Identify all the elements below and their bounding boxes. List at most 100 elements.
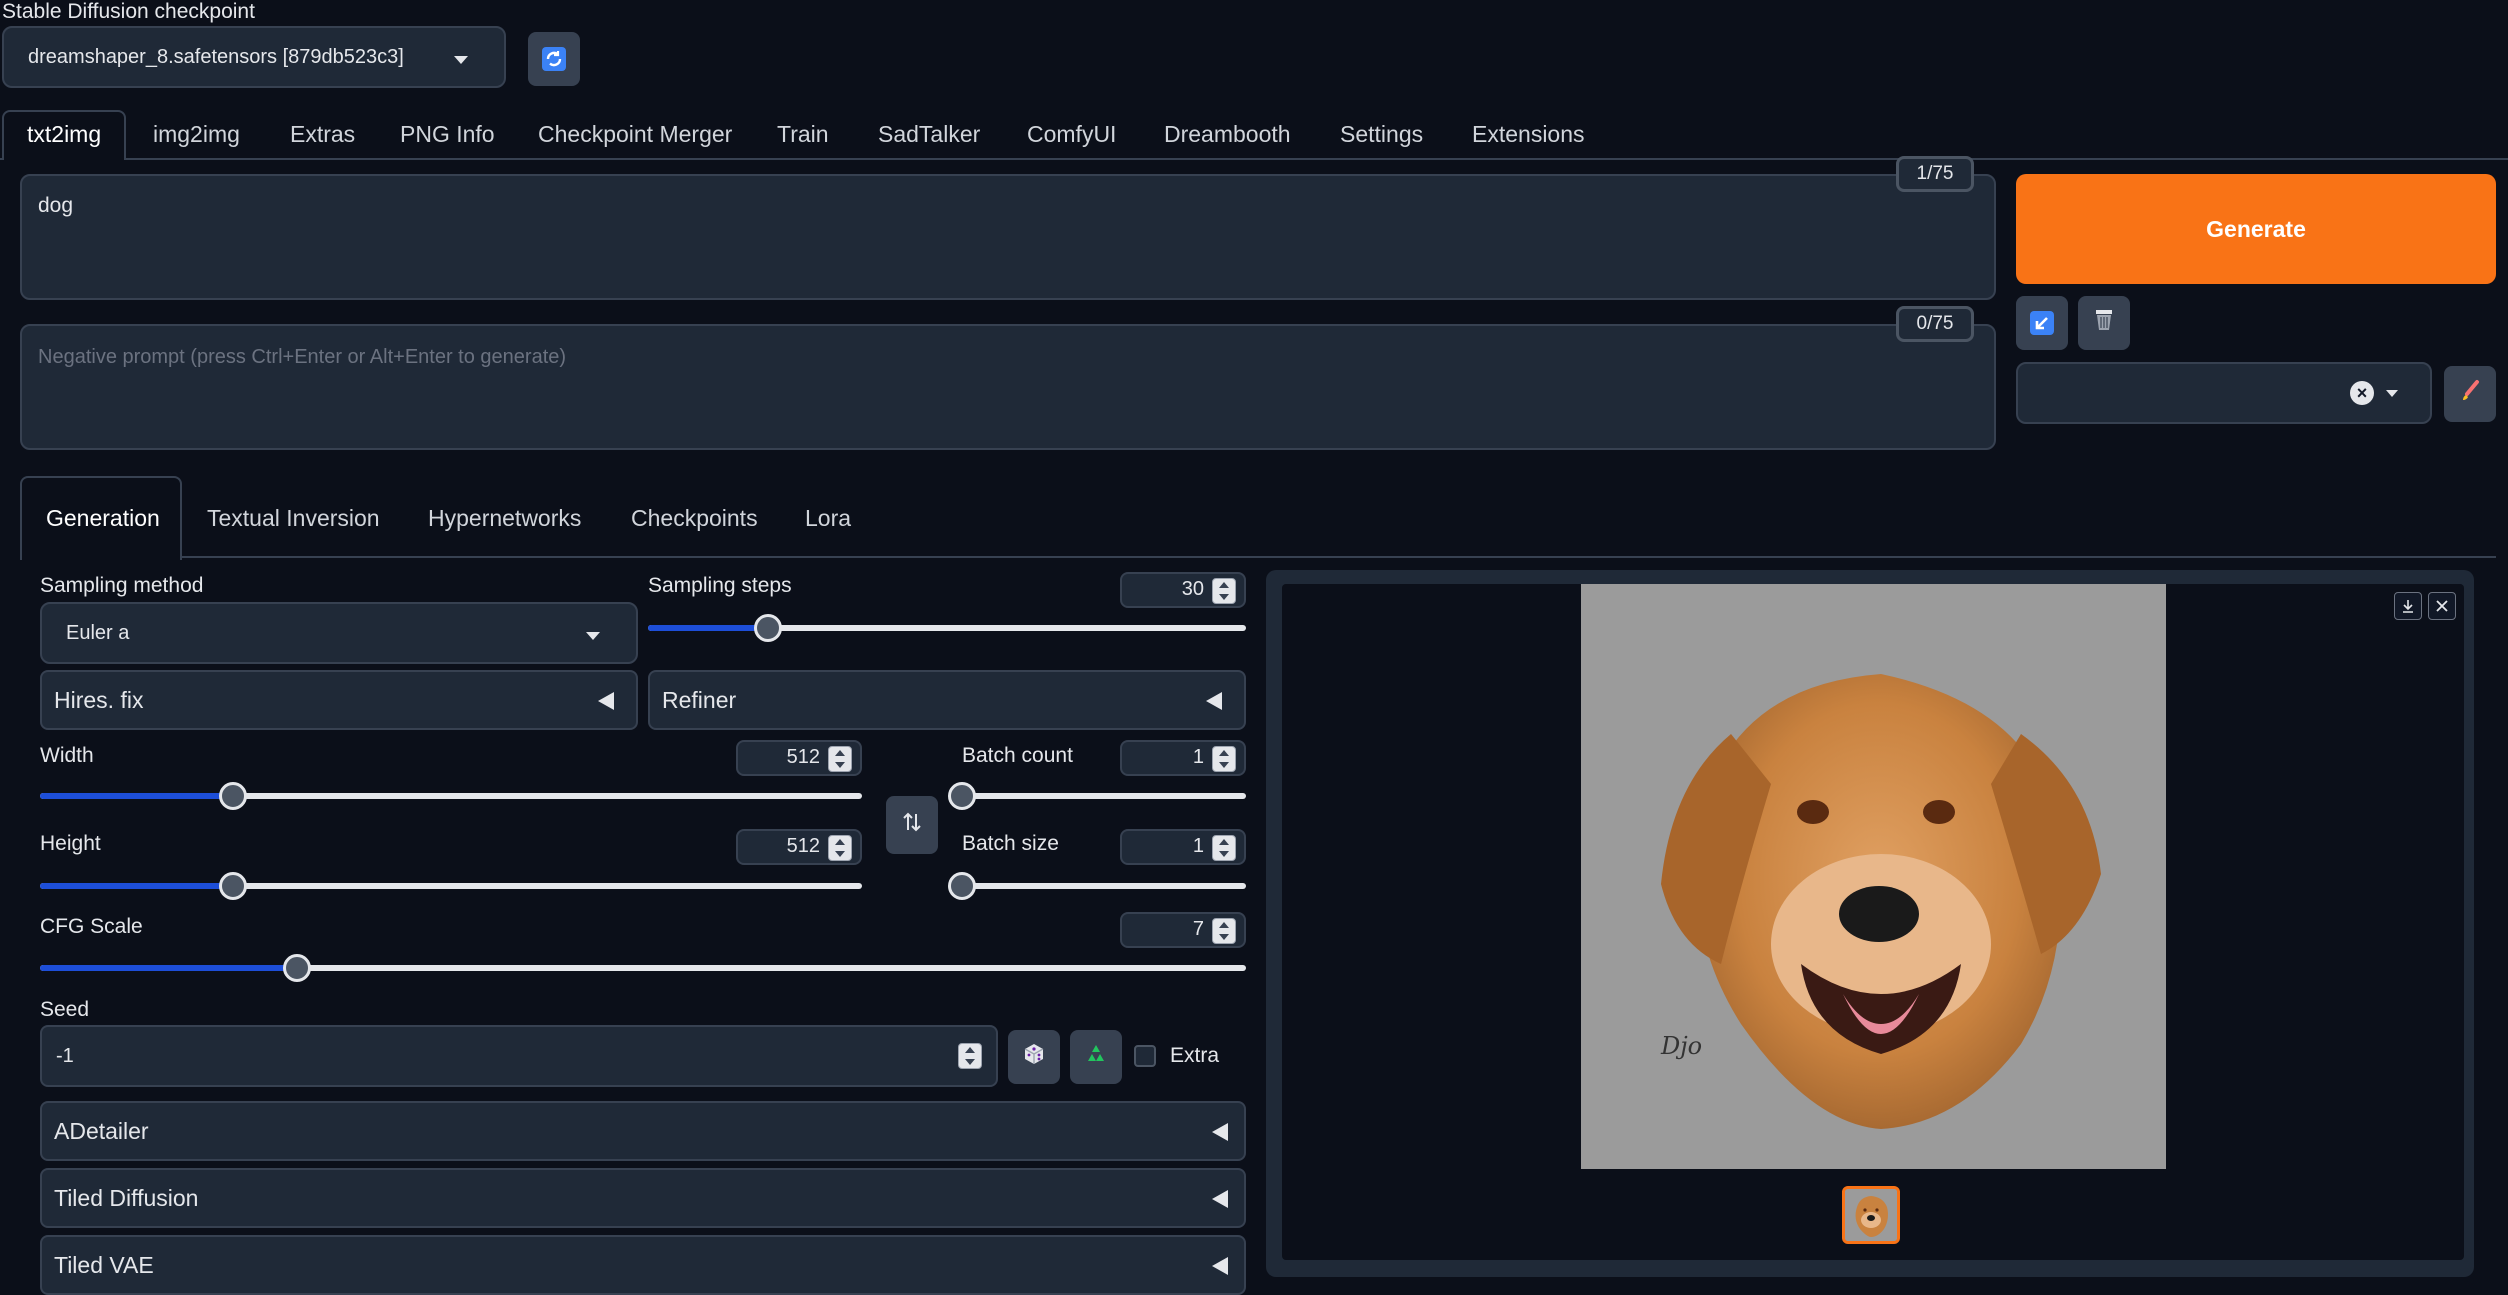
slider-thumb[interactable] xyxy=(948,872,976,900)
batch-count-value: 1 xyxy=(1192,746,1204,768)
image-signature: Djo xyxy=(1660,1032,1702,1060)
gallery-thumbnail[interactable] xyxy=(1842,1186,1900,1244)
tab-extras[interactable]: Extras xyxy=(290,106,355,156)
tiled-vae-label: Tiled VAE xyxy=(54,1252,154,1278)
subtab-textual-inversion[interactable]: Textual Inversion xyxy=(207,478,380,558)
hires-fix-accordion[interactable]: Hires. fix xyxy=(40,670,638,730)
slider-thumb[interactable] xyxy=(282,954,311,982)
seed-label: Seed xyxy=(40,998,90,1021)
tab-settings[interactable]: Settings xyxy=(1340,106,1423,156)
collapse-arrow-icon xyxy=(1212,1257,1228,1275)
read-params-button[interactable] xyxy=(2016,296,2068,350)
tiled-diffusion-label: Tiled Diffusion xyxy=(54,1185,199,1211)
cfg-scale-value: 7 xyxy=(1192,918,1204,940)
negative-token-counter: 0/75 xyxy=(1896,306,1974,342)
close-gallery-button[interactable] xyxy=(2428,592,2456,620)
tab-sadtalker[interactable]: SadTalker xyxy=(878,106,980,156)
tab-txt2img[interactable]: txt2img xyxy=(27,106,101,156)
stepper-icon[interactable] xyxy=(958,1043,982,1069)
edit-styles-button[interactable] xyxy=(2444,366,2496,422)
prompt-textarea[interactable]: dog xyxy=(20,174,1996,300)
batch-count-label: Batch count xyxy=(962,744,1073,767)
cfg-scale-slider[interactable] xyxy=(40,954,1246,982)
cfg-scale-input[interactable]: 7 xyxy=(1120,912,1246,948)
adetailer-accordion[interactable]: ADetailer xyxy=(40,1101,1246,1161)
checkpoint-dropdown[interactable]: dreamshaper_8.safetensors [879db523c3] xyxy=(2,26,506,88)
swap-dimensions-button[interactable] xyxy=(886,796,938,854)
dog-thumbnail-icon xyxy=(1845,1189,1897,1241)
generate-button[interactable]: Generate xyxy=(2016,174,2496,284)
stepper-icon[interactable] xyxy=(1212,578,1236,604)
sampling-method-dropdown[interactable]: Euler a xyxy=(40,602,638,664)
negative-prompt-textarea[interactable]: Negative prompt (press Ctrl+Enter or Alt… xyxy=(20,324,1996,450)
refresh-icon xyxy=(542,47,566,71)
sampling-steps-label: Sampling steps xyxy=(648,574,792,597)
height-slider[interactable] xyxy=(40,872,862,900)
chevron-down-icon xyxy=(454,56,468,64)
subtab-generation[interactable]: Generation xyxy=(46,478,160,558)
tab-png-info[interactable]: PNG Info xyxy=(400,106,495,156)
refiner-accordion[interactable]: Refiner xyxy=(648,670,1246,730)
height-label: Height xyxy=(40,832,101,855)
tiled-vae-accordion[interactable]: Tiled VAE xyxy=(40,1235,1246,1295)
tab-train[interactable]: Train xyxy=(777,106,829,156)
extra-seed-checkbox[interactable] xyxy=(1134,1045,1156,1067)
tiled-diffusion-accordion[interactable]: Tiled Diffusion xyxy=(40,1168,1246,1228)
slider-thumb[interactable] xyxy=(219,782,248,810)
random-seed-button[interactable] xyxy=(1008,1030,1060,1084)
slider-fill xyxy=(648,625,768,631)
stepper-icon[interactable] xyxy=(1212,835,1236,861)
reuse-seed-button[interactable] xyxy=(1070,1030,1122,1084)
slider-thumb[interactable] xyxy=(753,614,782,642)
refresh-checkpoint-button[interactable] xyxy=(528,32,580,86)
batch-count-input[interactable]: 1 xyxy=(1120,740,1246,776)
close-icon xyxy=(2436,600,2448,612)
chevron-down-icon xyxy=(2386,390,2398,397)
clear-prompt-button[interactable] xyxy=(2078,296,2130,350)
sampling-steps-input[interactable]: 30 xyxy=(1120,572,1246,608)
collapse-arrow-icon xyxy=(1212,1123,1228,1141)
negative-prompt-placeholder: Negative prompt (press Ctrl+Enter or Alt… xyxy=(38,346,567,368)
arrow-down-left-icon xyxy=(2030,311,2054,335)
download-button[interactable] xyxy=(2394,592,2422,620)
subtab-checkpoints[interactable]: Checkpoints xyxy=(631,478,758,558)
stepper-icon[interactable] xyxy=(1212,918,1236,944)
sampling-steps-slider[interactable] xyxy=(648,614,1246,642)
width-label: Width xyxy=(40,744,94,767)
tab-comfyui[interactable]: ComfyUI xyxy=(1027,106,1116,156)
stepper-icon[interactable] xyxy=(828,746,852,772)
width-slider[interactable] xyxy=(40,782,862,810)
swap-arrows-icon xyxy=(901,811,923,839)
download-icon xyxy=(2403,600,2413,613)
tab-dreambooth[interactable]: Dreambooth xyxy=(1164,106,1291,156)
seed-input[interactable]: -1 xyxy=(40,1025,998,1087)
chevron-down-icon xyxy=(586,632,600,640)
extra-seed-label: Extra xyxy=(1170,1044,1220,1067)
subtabs-divider xyxy=(20,556,2496,558)
batch-count-slider[interactable] xyxy=(948,782,1246,810)
batch-size-input[interactable]: 1 xyxy=(1120,829,1246,865)
height-input[interactable]: 512 xyxy=(736,829,862,865)
tab-extensions[interactable]: Extensions xyxy=(1472,106,1585,156)
adetailer-label: ADetailer xyxy=(54,1118,149,1144)
subtab-hypernetworks[interactable]: Hypernetworks xyxy=(428,478,581,558)
width-input[interactable]: 512 xyxy=(736,740,862,776)
batch-size-label: Batch size xyxy=(962,832,1059,855)
dice-icon xyxy=(1021,1041,1047,1073)
refiner-label: Refiner xyxy=(662,687,737,713)
sampling-method-value: Euler a xyxy=(66,622,130,644)
styles-dropdown[interactable]: × xyxy=(2016,362,2432,424)
stepper-icon[interactable] xyxy=(828,835,852,861)
slider-thumb[interactable] xyxy=(219,872,248,900)
subtab-lora[interactable]: Lora xyxy=(805,478,851,558)
checkpoint-selected: dreamshaper_8.safetensors [879db523c3] xyxy=(28,46,404,68)
batch-size-slider[interactable] xyxy=(948,872,1246,900)
width-value: 512 xyxy=(786,746,820,768)
stepper-icon[interactable] xyxy=(1212,746,1236,772)
clear-icon[interactable]: × xyxy=(2350,381,2374,405)
sampling-steps-value: 30 xyxy=(1181,578,1204,600)
generated-image[interactable]: Djo xyxy=(1581,584,2166,1169)
slider-thumb[interactable] xyxy=(948,782,976,810)
tab-checkpoint-merger[interactable]: Checkpoint Merger xyxy=(538,106,732,156)
tab-img2img[interactable]: img2img xyxy=(153,106,240,156)
